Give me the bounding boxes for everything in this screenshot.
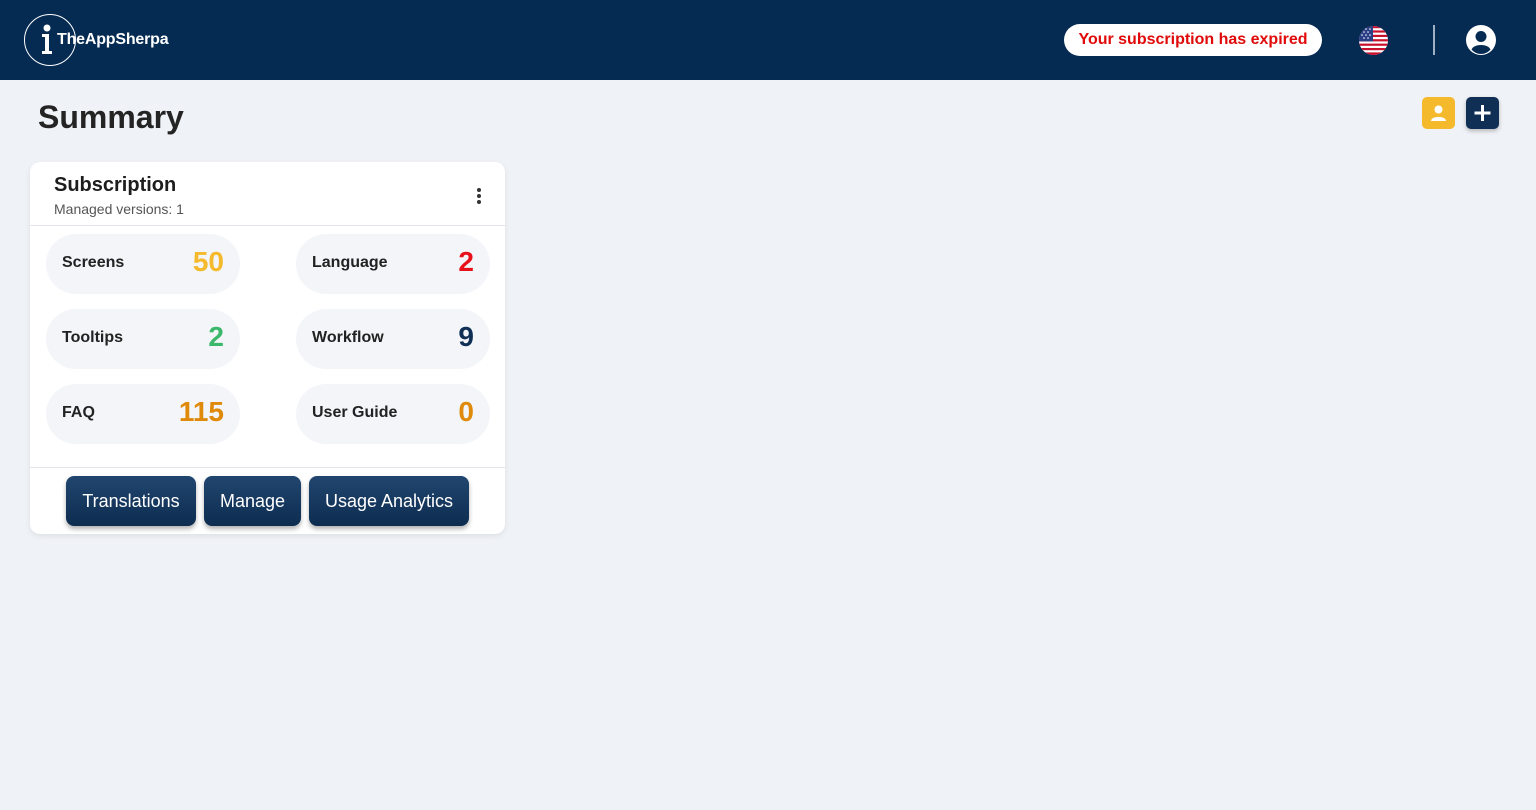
- stat-label: Workflow: [312, 329, 384, 346]
- page-title: Summary: [38, 99, 184, 135]
- stat-tooltips[interactable]: Tooltips 2: [46, 309, 240, 369]
- more-options-icon[interactable]: [476, 188, 482, 206]
- stat-label: Tooltips: [62, 329, 124, 346]
- stat-language[interactable]: Language 2: [296, 234, 490, 294]
- stat-value: 50: [192, 246, 224, 277]
- contact-button[interactable]: [1422, 97, 1455, 129]
- stat-value: 2: [458, 246, 474, 277]
- subscription-card: Subscription Managed versions: 1 Screens…: [30, 162, 505, 534]
- stat-value: 0: [458, 396, 474, 427]
- stat-label: Screens: [62, 254, 125, 271]
- managed-versions-text: Managed versions: 1: [54, 201, 184, 217]
- stat-label: User Guide: [312, 404, 398, 421]
- user-circle-icon[interactable]: [1465, 24, 1497, 56]
- header-divider: [1433, 25, 1435, 55]
- stat-value: 2: [208, 321, 224, 352]
- card-divider: [30, 467, 505, 468]
- stat-value: 9: [458, 321, 474, 352]
- stat-faq[interactable]: FAQ 115: [46, 384, 240, 444]
- card-title: Subscription: [54, 174, 177, 196]
- stat-user-guide[interactable]: User Guide 0: [296, 384, 490, 444]
- stat-label: Language: [312, 254, 388, 271]
- stat-label: FAQ: [62, 404, 95, 421]
- add-button[interactable]: [1466, 97, 1499, 129]
- card-divider: [30, 225, 505, 226]
- stat-value: 115: [178, 396, 224, 427]
- manage-button[interactable]: Manage: [204, 476, 301, 526]
- translations-button[interactable]: Translations: [66, 476, 196, 526]
- top-nav-bar: TheAppSherpa Your subscription has expir…: [0, 0, 1536, 80]
- app-logo[interactable]: TheAppSherpa: [24, 14, 169, 66]
- plus-icon: [1474, 105, 1491, 121]
- logo-text: TheAppSherpa: [57, 31, 169, 48]
- subscription-expired-badge[interactable]: Your subscription has expired: [1064, 24, 1322, 56]
- stat-workflow[interactable]: Workflow 9: [296, 309, 490, 369]
- person-icon: [1431, 105, 1446, 121]
- stat-screens[interactable]: Screens 50: [46, 234, 240, 294]
- usage-analytics-button[interactable]: Usage Analytics: [309, 476, 469, 526]
- us-flag-icon[interactable]: [1359, 26, 1388, 55]
